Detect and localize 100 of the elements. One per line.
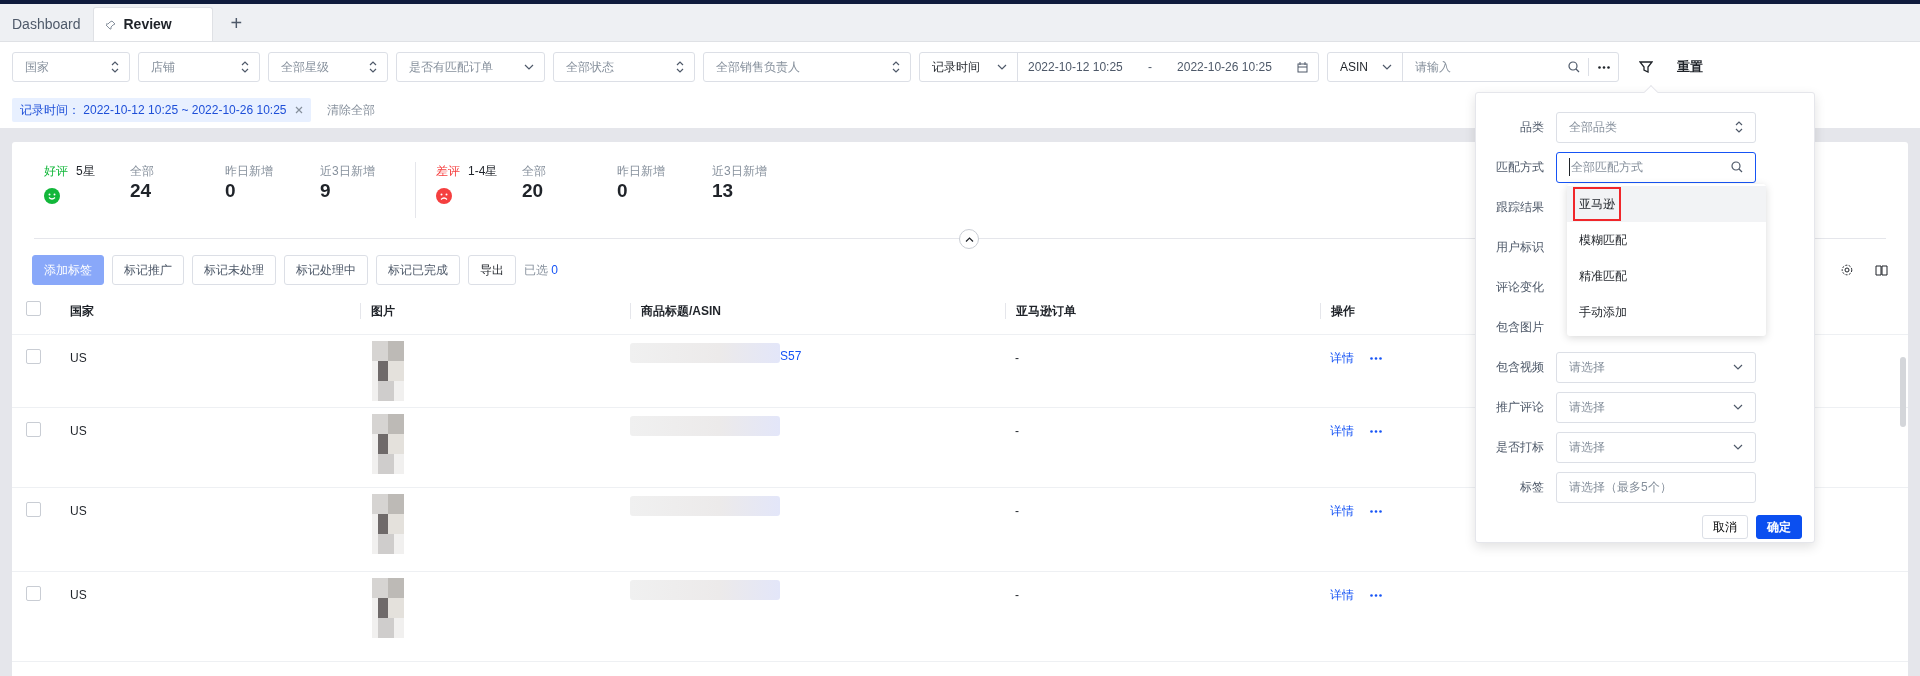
details-link[interactable]: 详情 — [1330, 422, 1354, 440]
metric-label: 近3日新增 — [712, 163, 768, 180]
action-button[interactable]: 标记推广 — [112, 255, 184, 285]
collapse-button[interactable] — [959, 229, 979, 249]
table-cell: - — [1015, 504, 1019, 518]
field-label: 是否打标 — [1495, 439, 1545, 456]
dropdown-item[interactable]: 精准匹配 — [1567, 258, 1766, 294]
select-field[interactable]: 店铺 — [138, 52, 260, 82]
more-icon[interactable] — [1370, 356, 1382, 360]
select-field[interactable]: 国家 — [12, 52, 130, 82]
metric-label: 全部 — [130, 163, 155, 180]
table-cell: - — [1015, 588, 1019, 602]
more-icon[interactable] — [1370, 429, 1382, 433]
metric-value: 9 — [320, 180, 332, 203]
select-field[interactable]: 请选择 — [1556, 391, 1756, 423]
field-label: 用户标识 — [1495, 239, 1545, 256]
action-button[interactable]: 标记处理中 — [284, 255, 368, 285]
sort-caret-icon — [111, 61, 119, 73]
action-button[interactable]: 导出 — [468, 255, 516, 285]
table-cell: US — [70, 504, 87, 518]
action-button[interactable]: 标记未处理 — [192, 255, 276, 285]
field-label: 匹配方式 — [1495, 159, 1545, 176]
sort-caret-icon — [241, 61, 249, 73]
confirm-button[interactable]: 确定 — [1756, 515, 1802, 539]
metric-value: 0 — [225, 180, 237, 203]
checkbox[interactable] — [26, 301, 41, 317]
filter-chip[interactable]: 记录时间： 2022-10-12 10:25 ~ 2022-10-26 10:25 — [12, 98, 311, 122]
book-icon[interactable] — [1875, 264, 1888, 276]
tab[interactable]: Review — [92, 7, 213, 41]
select-field[interactable]: 全部销售负责人 — [703, 52, 911, 82]
smile-icon — [44, 188, 60, 204]
reset-button[interactable]: 重置 — [1677, 57, 1703, 77]
search-field-select[interactable]: ASIN — [1328, 53, 1403, 81]
caret-down-icon — [1733, 364, 1743, 370]
table-cell: - — [1015, 424, 1019, 438]
caret-down-icon — [1382, 64, 1392, 70]
star-range: 1-4星 — [468, 163, 498, 180]
checkbox[interactable] — [26, 502, 41, 517]
more-icon — [1597, 65, 1610, 69]
sort-caret-icon — [1735, 121, 1743, 133]
dropdown-item[interactable]: 模糊匹配 — [1567, 222, 1766, 258]
action-button[interactable]: 标记已完成 — [376, 255, 460, 285]
star-range: 5星 — [76, 163, 95, 180]
tab[interactable]: Dashboard — [0, 7, 93, 41]
selected-count: 已选 0 — [524, 262, 559, 279]
caret-down-icon — [524, 64, 534, 70]
more-icon[interactable] — [1370, 509, 1382, 513]
select-field[interactable]: 全部星级 — [268, 52, 388, 82]
gear-icon[interactable] — [1841, 264, 1853, 276]
asin-link[interactable]: S57 — [780, 347, 802, 365]
scrollbar-thumb[interactable] — [1900, 357, 1906, 427]
frown-icon — [436, 188, 452, 204]
details-link[interactable]: 详情 — [1330, 349, 1354, 367]
select-field[interactable]: 请选择 — [1556, 351, 1756, 383]
select-field[interactable]: 全部品类 — [1556, 111, 1756, 143]
field-label: 包含视频 — [1495, 359, 1545, 376]
column-header: 亚马逊订单 — [1016, 304, 1076, 319]
select-field[interactable]: 全部状态 — [553, 52, 695, 82]
search-field[interactable]: 请输入 — [1403, 58, 1588, 76]
column-header: 操作 — [1331, 304, 1355, 319]
metric-value: 13 — [712, 180, 735, 203]
metric-value: 24 — [130, 180, 153, 203]
search-icon — [1568, 61, 1580, 73]
select-field[interactable]: 全部匹配方式 — [1556, 151, 1756, 183]
sort-caret-icon — [892, 61, 900, 73]
rating-label: 好评 — [44, 163, 68, 180]
column-header: 商品标题/ASIN — [641, 304, 721, 319]
sort-caret-icon — [369, 61, 377, 73]
search-icon — [1731, 161, 1743, 173]
clear-all-link[interactable]: 清除全部 — [326, 101, 375, 119]
select-field[interactable]: 请选择（最多5个） — [1556, 471, 1756, 503]
metric-value: 0 — [617, 180, 629, 203]
dropdown-item[interactable]: 手动添加 — [1567, 294, 1766, 330]
details-link[interactable]: 详情 — [1330, 586, 1354, 604]
checkbox[interactable] — [26, 349, 41, 364]
close-icon[interactable] — [294, 106, 303, 114]
select-field[interactable]: 是否有匹配订单 — [396, 52, 545, 82]
dropdown-item[interactable]: 亚马逊 — [1567, 186, 1766, 222]
table-cell: US — [70, 424, 87, 438]
metric-label: 全部 — [522, 163, 547, 180]
cancel-button[interactable]: 取消 — [1702, 515, 1748, 539]
field-label: 推广评论 — [1495, 399, 1545, 416]
sort-caret-icon — [676, 61, 684, 73]
field-label: 跟踪结果 — [1495, 199, 1545, 216]
checkbox[interactable] — [26, 586, 41, 601]
column-header: 国家 — [70, 304, 94, 319]
column-header: 图片 — [371, 304, 395, 319]
caret-down-icon — [1733, 404, 1743, 410]
filter-icon[interactable] — [1639, 61, 1653, 73]
details-link[interactable]: 详情 — [1330, 502, 1354, 520]
checkbox[interactable] — [26, 422, 41, 437]
add-tab-button[interactable]: + — [212, 7, 261, 41]
field-label: 品类 — [1519, 119, 1545, 136]
metric-label: 近3日新增 — [320, 163, 376, 180]
metric-label: 昨日新增 — [225, 163, 274, 180]
select-field[interactable]: 请选择 — [1556, 431, 1756, 463]
more-icon[interactable] — [1370, 593, 1382, 597]
table-cell: US — [70, 588, 87, 602]
field-label: 标签 — [1519, 479, 1545, 496]
chevron-up-icon — [964, 236, 974, 242]
